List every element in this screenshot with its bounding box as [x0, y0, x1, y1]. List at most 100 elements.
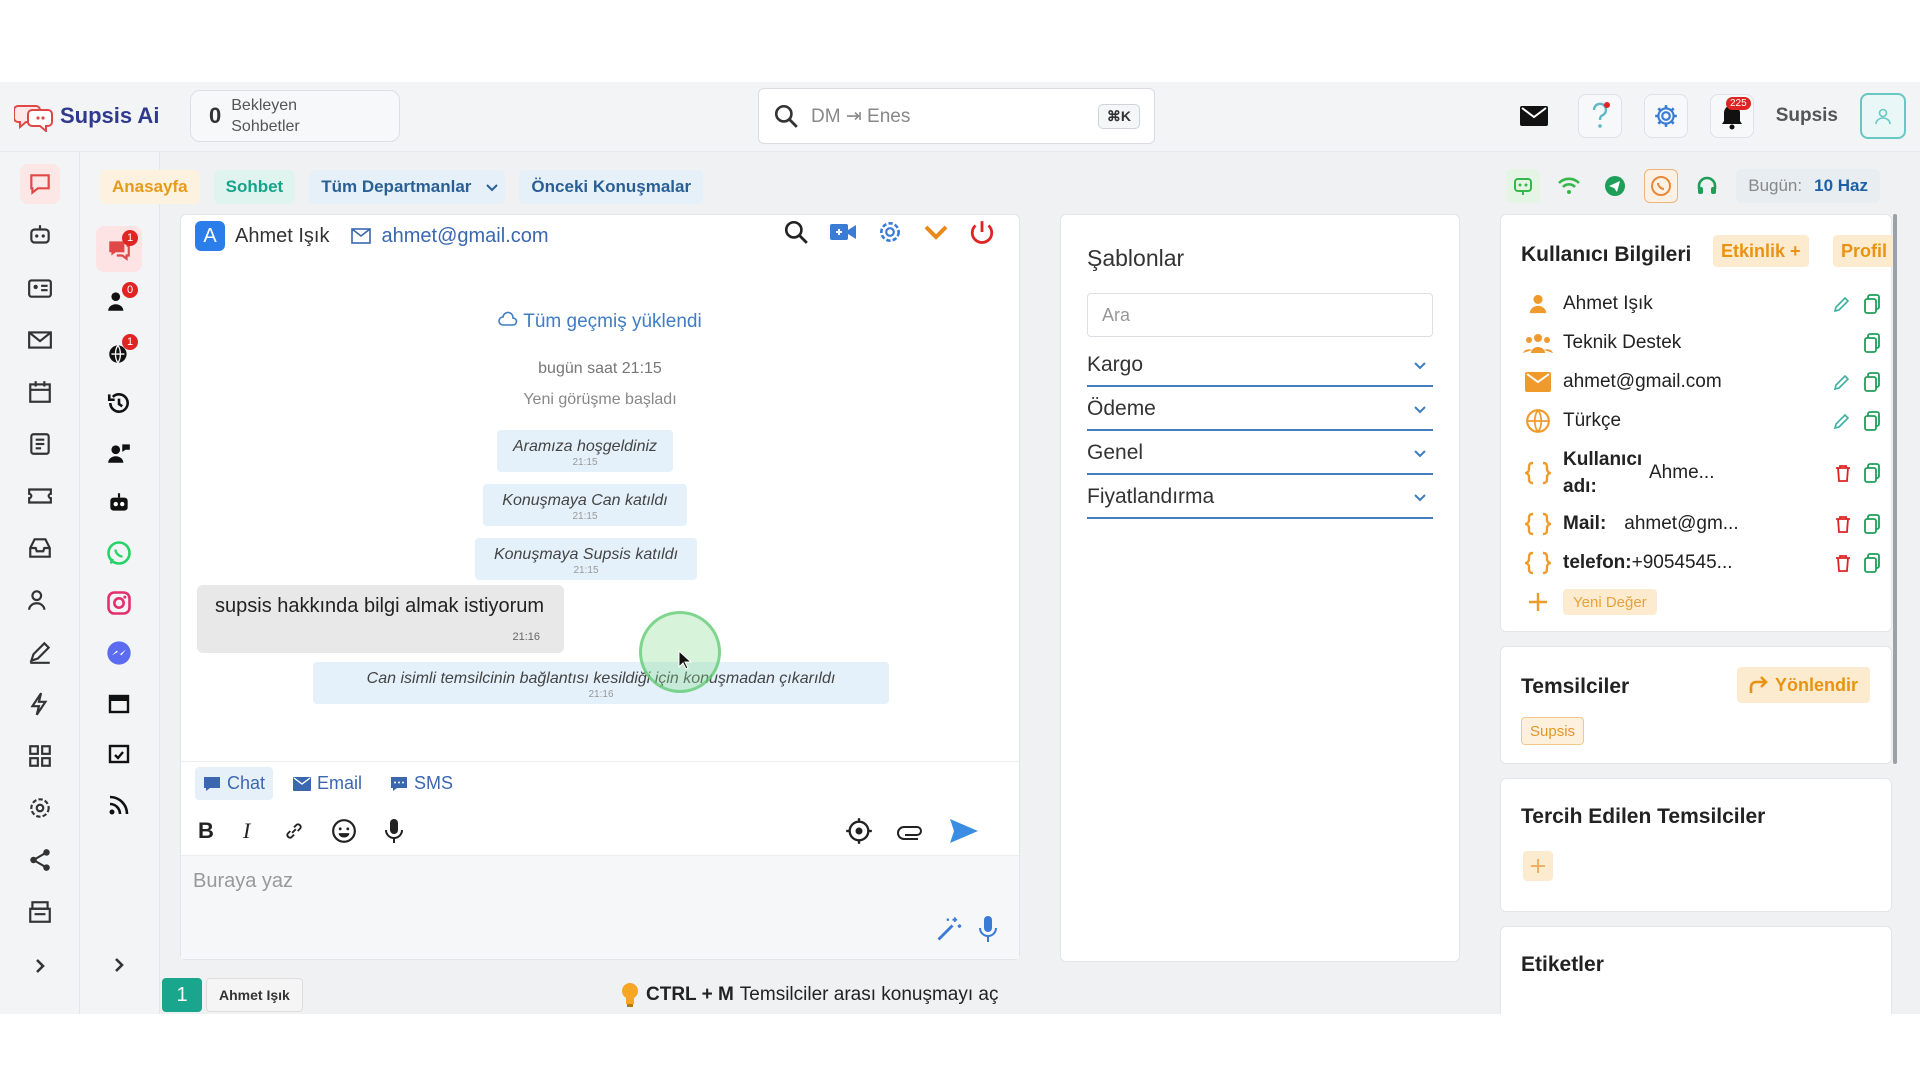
sidebar-contacts[interactable] [20, 268, 60, 308]
braces-icon [1525, 512, 1551, 536]
sidebar-reports[interactable] [20, 424, 60, 464]
add-preferred-agent-button[interactable] [1523, 851, 1553, 881]
tab-chat-channel[interactable]: Chat [195, 767, 274, 800]
template-category-fiyatlandirma[interactable]: Fiyatlandırma [1087, 477, 1433, 519]
templates-search-input[interactable]: Ara [1087, 293, 1433, 337]
chat-user-email[interactable]: ahmet@gmail.com [381, 225, 548, 248]
gear-icon [1654, 105, 1677, 127]
search-icon[interactable] [783, 219, 809, 245]
user-avatar[interactable] [1860, 93, 1906, 139]
template-category-odeme[interactable]: Ödeme [1087, 389, 1433, 431]
plus-icon[interactable] [1527, 591, 1549, 613]
channel-history[interactable] [96, 380, 142, 426]
bot-status-button[interactable] [1506, 169, 1541, 203]
tab-sms-channel[interactable]: SMS [382, 767, 461, 800]
brand-logo[interactable]: Supsis Ai [14, 100, 159, 132]
mail-button[interactable] [1512, 94, 1556, 138]
channel-tasks[interactable] [96, 730, 142, 776]
sidebar-chats[interactable] [20, 164, 60, 204]
right-panel-scrollbar[interactable] [1893, 214, 1897, 764]
settings-button[interactable] [1643, 94, 1688, 138]
tab-previous-conversations[interactable]: Önceki Konuşmalar [519, 170, 704, 204]
edit-icon[interactable] [1833, 295, 1851, 313]
whatsapp-status-button[interactable] [1644, 169, 1679, 203]
template-category-kargo[interactable]: Kargo [1087, 345, 1433, 387]
channel-whatsapp[interactable] [96, 530, 142, 576]
copy-icon[interactable] [1863, 411, 1881, 431]
channel-global[interactable]: 1 [96, 330, 142, 376]
telegram-status-button[interactable] [1598, 169, 1632, 203]
redirect-button[interactable]: Yönlendir [1737, 667, 1871, 703]
open-conversation-tab[interactable]: 1 Ahmet Işık [162, 978, 303, 1012]
new-value-button[interactable]: Yeni Değer [1563, 589, 1657, 615]
attachment-icon[interactable] [897, 821, 925, 841]
sidebar-inbox[interactable] [20, 528, 60, 568]
channel-bot[interactable] [96, 480, 142, 526]
sidebar-billing[interactable] [20, 892, 60, 932]
italic-icon[interactable]: I [241, 820, 257, 842]
sidebar-editor[interactable] [20, 632, 60, 672]
help-button[interactable] [1577, 94, 1622, 138]
channel-expand[interactable] [96, 942, 142, 988]
sidebar-share[interactable] [20, 840, 60, 880]
copy-icon[interactable] [1863, 294, 1881, 314]
template-category-genel[interactable]: Genel [1087, 433, 1433, 475]
tab-email-channel[interactable]: Email [285, 767, 370, 800]
channel-active-chats[interactable]: 1 [96, 226, 142, 272]
location-target-icon[interactable] [845, 817, 873, 845]
sidebar-bot[interactable] [20, 216, 60, 256]
copy-icon[interactable] [1863, 463, 1881, 483]
sidebar-automations[interactable] [20, 684, 60, 724]
edit-icon[interactable] [1833, 373, 1851, 391]
microphone-icon[interactable] [977, 915, 999, 943]
tab-home[interactable]: Anasayfa [100, 170, 200, 204]
incoming-message[interactable]: supsis hakkında bilgi almak istiyorum 21… [197, 585, 564, 653]
activity-button[interactable]: Etkinlik + [1713, 235, 1809, 267]
trash-icon[interactable] [1835, 464, 1851, 482]
sidebar-mail[interactable] [20, 320, 60, 360]
sidebar-settings[interactable] [20, 788, 60, 828]
notifications-button[interactable]: 225 [1709, 94, 1754, 138]
channel-team[interactable] [96, 430, 142, 476]
profile-button[interactable]: Profil [1833, 235, 1896, 267]
power-icon[interactable] [969, 219, 995, 245]
connection-status-button[interactable] [1552, 169, 1586, 203]
send-icon[interactable] [949, 818, 979, 844]
channel-waiting-users[interactable]: 0 [96, 278, 142, 324]
copy-icon[interactable] [1863, 514, 1881, 534]
channel-instagram[interactable] [96, 580, 142, 626]
channel-calendar[interactable] [96, 680, 142, 726]
link-icon[interactable] [283, 820, 305, 842]
sidebar-expand[interactable] [20, 946, 60, 986]
video-call-icon[interactable] [829, 221, 857, 243]
support-status-button[interactable] [1690, 169, 1724, 203]
search-input[interactable]: DM ⇥ Enes [811, 105, 1098, 128]
bold-icon[interactable]: B [197, 820, 215, 842]
chevron-down-icon[interactable] [923, 222, 949, 242]
message-input[interactable]: Buraya yaz [181, 855, 1019, 959]
gear-icon[interactable] [877, 219, 903, 245]
channel-rss[interactable] [96, 782, 142, 828]
trash-icon[interactable] [1835, 554, 1851, 572]
sidebar-users[interactable] [20, 580, 60, 620]
history-loaded[interactable]: Tüm geçmiş yüklendi [181, 311, 1019, 333]
copy-icon[interactable] [1863, 372, 1881, 392]
sidebar-apps[interactable] [20, 736, 60, 776]
sidebar-tickets[interactable] [20, 476, 60, 516]
copy-icon[interactable] [1863, 333, 1881, 353]
tab-chat[interactable]: Sohbet [213, 170, 296, 204]
current-user-name[interactable]: Supsis [1776, 105, 1838, 127]
emoji-icon[interactable] [331, 818, 357, 844]
magic-wand-icon[interactable] [935, 915, 963, 943]
microphone-icon[interactable] [383, 818, 405, 844]
trash-icon[interactable] [1835, 515, 1851, 533]
chat-user-name[interactable]: Ahmet Işık [235, 225, 329, 248]
agent-tag[interactable]: Supsis [1521, 717, 1585, 745]
global-search[interactable]: DM ⇥ Enes ⌘K [758, 88, 1155, 144]
copy-icon[interactable] [1863, 553, 1881, 573]
edit-icon[interactable] [1833, 412, 1851, 430]
department-select[interactable]: Tüm Departmanlar [309, 170, 506, 204]
channel-messenger[interactable] [96, 630, 142, 676]
pending-chats-counter[interactable]: 0 Bekleyen Sohbetler [190, 90, 400, 142]
sidebar-calendar[interactable] [20, 372, 60, 412]
